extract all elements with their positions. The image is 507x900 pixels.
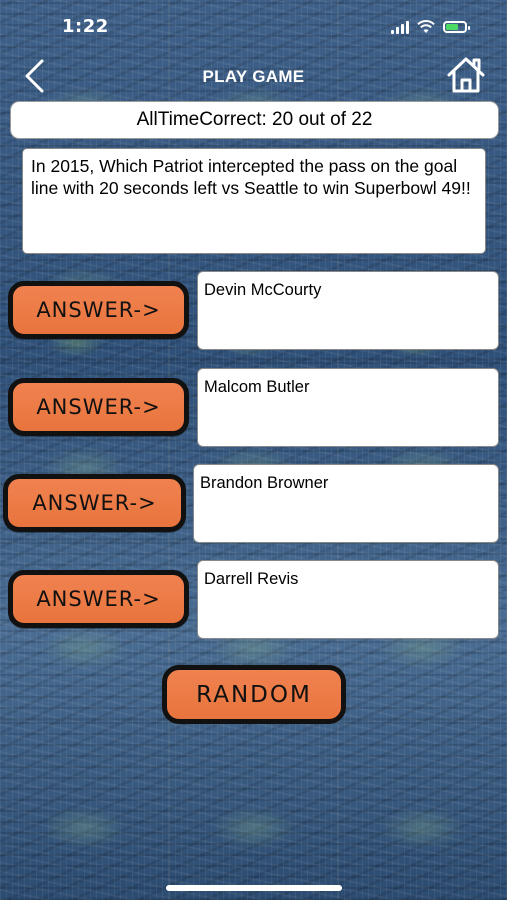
answer-button-3[interactable]: ANSWER-> — [3, 474, 186, 532]
status-icons — [391, 20, 470, 34]
score-display: AllTimeCorrect: 20 out of 22 — [10, 101, 499, 139]
cellular-signal-icon — [391, 20, 409, 34]
answer-button-2[interactable]: ANSWER-> — [8, 378, 189, 436]
battery-charging-icon — [443, 21, 470, 33]
answer-button-1[interactable]: ANSWER-> — [8, 281, 189, 339]
wifi-icon — [417, 20, 435, 33]
question-box: In 2015, Which Patriot intercepted the p… — [22, 148, 486, 254]
navigation-bar: PLAY GAME — [0, 55, 507, 99]
answer-button-4[interactable]: ANSWER-> — [8, 570, 189, 628]
status-time: 1:22 — [62, 16, 109, 37]
home-indicator[interactable] — [166, 885, 342, 891]
random-button[interactable]: RANDOM — [162, 665, 346, 724]
answer-option-3: Brandon Browner — [193, 464, 499, 543]
page-title: PLAY GAME — [202, 67, 305, 86]
home-icon[interactable] — [445, 55, 487, 95]
status-bar: 1:22 — [0, 0, 507, 50]
answer-option-4: Darrell Revis — [197, 560, 499, 639]
answer-option-1: Devin McCourty — [197, 271, 499, 350]
answer-option-2: Malcom Butler — [197, 368, 499, 447]
